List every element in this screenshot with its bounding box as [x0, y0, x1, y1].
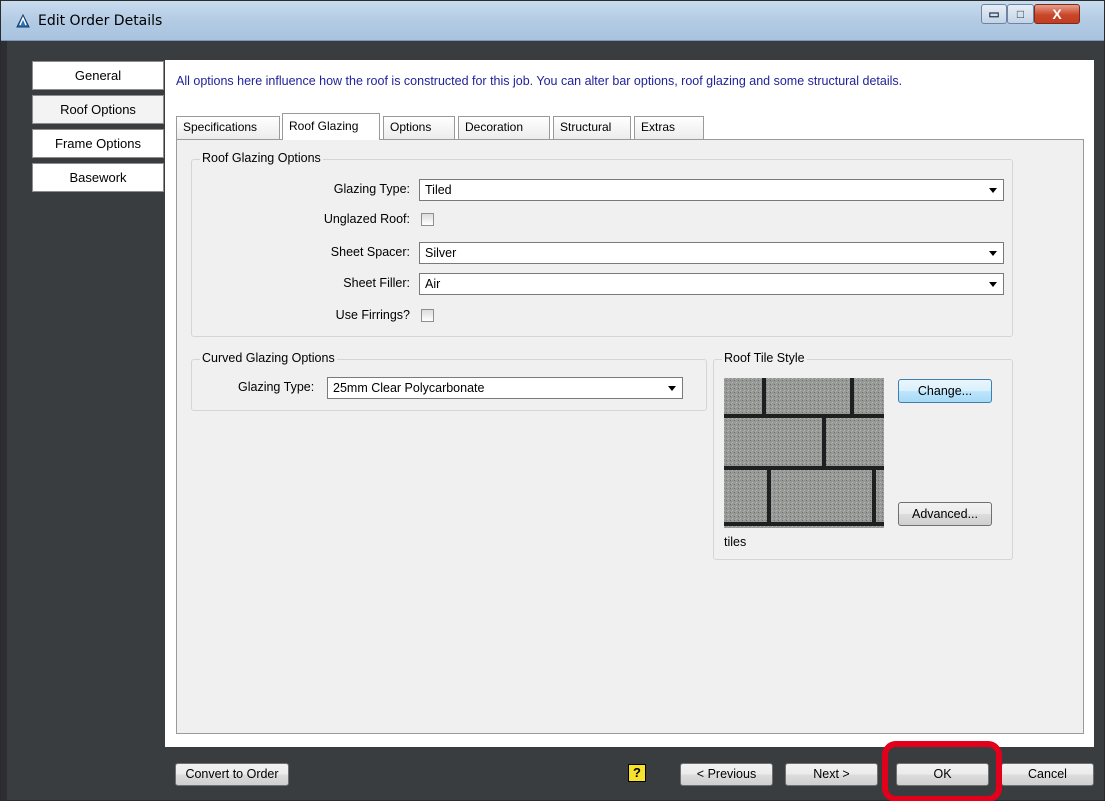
side-tab-general[interactable]: General	[32, 61, 164, 90]
side-tab-roof-options[interactable]: Roof Options	[32, 95, 164, 124]
close-button[interactable]: X	[1034, 4, 1080, 24]
change-tile-button[interactable]: Change...	[898, 379, 992, 403]
curved-glazing-type-label: Glazing Type:	[238, 380, 315, 394]
sheet-spacer-label: Sheet Spacer:	[330, 245, 410, 259]
window-title: Edit Order Details	[38, 13, 163, 29]
convert-to-order-button[interactable]: Convert to Order	[175, 763, 289, 786]
unglazed-roof-checkbox[interactable]	[421, 213, 434, 226]
edit-order-window: Edit Order Details ▭ □ X General Roof Op…	[0, 0, 1105, 801]
curved-glazing-options-legend: Curved Glazing Options	[200, 351, 337, 365]
sheet-filler-label: Sheet Filler:	[343, 276, 410, 290]
tab-structural[interactable]: Structural	[553, 116, 631, 139]
use-firrings-checkbox[interactable]	[421, 309, 434, 322]
curved-glazing-options-group: Curved Glazing Options Glazing Type: 25m…	[191, 351, 707, 411]
cancel-button[interactable]: Cancel	[1001, 763, 1094, 786]
chevron-down-icon	[989, 282, 997, 287]
tab-decoration[interactable]: Decoration	[458, 116, 550, 139]
tab-roof-glazing[interactable]: Roof Glazing	[282, 113, 380, 140]
chevron-down-icon	[989, 188, 997, 193]
roof-glazing-options-legend: Roof Glazing Options	[200, 151, 323, 165]
tab-specifications[interactable]: Specifications	[176, 116, 280, 139]
tab-extras[interactable]: Extras	[634, 116, 704, 139]
unglazed-roof-label: Unglazed Roof:	[323, 212, 410, 226]
app-icon	[16, 13, 30, 28]
roof-tile-style-group: Roof Tile Style Change... Advanced... ti…	[713, 351, 1013, 560]
previous-button[interactable]: < Previous	[680, 763, 773, 786]
side-tab-frame-options[interactable]: Frame Options	[32, 129, 164, 158]
minimize-icon: ▭	[988, 7, 1000, 21]
intro-text: All options here influence how the roof …	[176, 74, 903, 88]
inner-tabstrip: Specifications Roof Glazing Options Deco…	[176, 113, 776, 140]
use-firrings-label: Use Firrings?	[335, 308, 410, 322]
sheet-spacer-value: Silver	[425, 246, 457, 260]
advanced-tile-button[interactable]: Advanced...	[898, 502, 992, 526]
tab-options[interactable]: Options	[383, 116, 455, 139]
roof-glazing-panel: Roof Glazing Options Glazing Type: Tiled…	[176, 139, 1084, 734]
glazing-type-select[interactable]: Tiled	[419, 179, 1004, 201]
roof-tile-preview-image	[724, 378, 884, 528]
close-icon: X	[1052, 6, 1062, 22]
roof-glazing-options-group: Roof Glazing Options Glazing Type: Tiled…	[191, 151, 1013, 337]
chevron-down-icon	[668, 386, 676, 391]
maximize-button[interactable]: □	[1007, 4, 1034, 24]
curved-glazing-type-value: 25mm Clear Polycarbonate	[333, 381, 485, 395]
title-bar[interactable]: Edit Order Details ▭ □ X	[1, 1, 1104, 41]
roof-tile-style-legend: Roof Tile Style	[722, 351, 807, 365]
maximize-icon: □	[1016, 7, 1025, 21]
sheet-spacer-select[interactable]: Silver	[419, 242, 1004, 264]
sheet-filler-select[interactable]: Air	[419, 273, 1004, 295]
help-icon[interactable]: ?	[628, 764, 646, 782]
sheet-filler-value: Air	[425, 277, 441, 291]
glazing-type-label: Glazing Type:	[333, 182, 410, 196]
content-panel: All options here influence how the roof …	[165, 60, 1094, 747]
tile-name: tiles	[724, 535, 747, 549]
curved-glazing-type-select[interactable]: 25mm Clear Polycarbonate	[327, 377, 683, 399]
glazing-type-value: Tiled	[425, 183, 452, 197]
side-tab-basework[interactable]: Basework	[32, 163, 164, 192]
window-edge	[1, 41, 7, 801]
ok-highlight-annotation	[882, 741, 1002, 801]
minimize-button[interactable]: ▭	[981, 4, 1007, 24]
chevron-down-icon	[989, 251, 997, 256]
next-button[interactable]: Next >	[785, 763, 878, 786]
tile-pattern-icon	[724, 378, 884, 528]
